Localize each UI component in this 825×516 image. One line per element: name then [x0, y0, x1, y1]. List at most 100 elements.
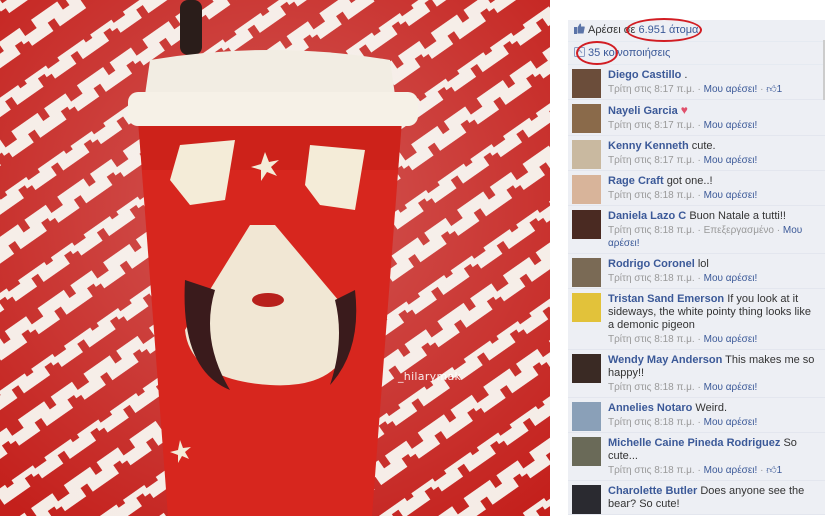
comment-item: Kenny Kenneth cute. Τρίτη στις 8:17 π.μ. … [568, 136, 825, 171]
comment-body: Wendy May Anderson This makes me so happ… [608, 354, 819, 380]
comment-timestamp[interactable]: Τρίτη στις 8:18 π.μ. [608, 273, 695, 284]
comment-body: Charolette Butler Does anyone see the be… [608, 485, 819, 511]
avatar[interactable] [572, 69, 601, 98]
avatar[interactable] [572, 485, 601, 514]
comment-item: Diego Castillo . Τρίτη στις 8:17 π.μ. · Μ… [568, 65, 825, 100]
likes-count-link[interactable]: 6.951 άτομα. [638, 24, 701, 36]
comment-body: Daniela Lazo C Buon Natale a tutti!! [608, 210, 819, 223]
comment-timestamp[interactable]: Τρίτη στις 8:18 π.μ. [608, 465, 695, 476]
avatar[interactable] [572, 258, 601, 287]
comment-author[interactable]: Rodrigo Coronel [608, 258, 695, 270]
comment-timestamp[interactable]: Τρίτη στις 8:18 π.μ. [608, 382, 695, 393]
comment-item: Nayeli Garcia ♥ Τρίτη στις 8:17 π.μ. · Μο… [568, 100, 825, 136]
comment-like-link[interactable]: Μου αρέσει! [704, 465, 758, 476]
comment-like-link[interactable]: Μου αρέσει! [704, 334, 758, 345]
comment-timestamp[interactable]: Τρίτη στις 8:18 π.μ. [608, 225, 695, 236]
thumbs-up-icon: 👍︎ [766, 465, 777, 476]
comment-body: Annelies Notaro Weird. [608, 402, 819, 415]
comment-meta: Τρίτη στις 8:17 π.μ. · Μου αρέσει! [608, 155, 758, 166]
comment-body: Tristan Sand Emerson If you look at it s… [608, 293, 819, 332]
thumbs-up-icon [574, 23, 585, 34]
comment-body: Rage Craft got one..! [608, 175, 819, 188]
comment-item: Tristan Sand Emerson If you look at it s… [568, 289, 825, 350]
comment-like-link[interactable]: Μου αρέσει! [704, 382, 758, 393]
comment-author[interactable]: Charolette Butler [608, 485, 697, 497]
comment-item: Wendy May Anderson This makes me so happ… [568, 350, 825, 398]
comment-meta: Τρίτη στις 8:18 π.μ. · Μου αρέσει! [608, 382, 758, 393]
comment-item: Charolette Butler Does anyone see the be… [568, 481, 825, 515]
comment-text: . [684, 69, 688, 81]
like-count-number: 1 [776, 465, 783, 476]
comment-timestamp[interactable]: Τρίτη στις 8:17 π.μ. [608, 120, 695, 131]
comment-timestamp[interactable]: Τρίτη στις 8:17 π.μ. [608, 155, 695, 166]
comment-text: lol [697, 258, 709, 270]
shares-label: κοινοποιήσεις [600, 47, 671, 59]
edited-label[interactable]: Επεξεργασμένο [704, 225, 774, 236]
comment-author[interactable]: Annelies Notaro [608, 402, 692, 414]
comment-text: cute. [691, 140, 716, 152]
comment-body: Kenny Kenneth cute. [608, 140, 819, 153]
thumbs-up-icon: 👍︎ [766, 84, 777, 95]
shares-summary: 35 κοινοποιήσεις [568, 41, 825, 65]
likes-summary: Αρέσει σε 6.951 άτομα. [568, 18, 825, 42]
comment-author[interactable]: Tristan Sand Emerson [608, 293, 724, 305]
comment-text: ♥ [680, 103, 688, 117]
comment-author[interactable]: Daniela Lazo C [608, 210, 686, 222]
comment-text: got one..! [666, 175, 713, 187]
avatar[interactable] [572, 140, 601, 169]
likes-prefix: Αρέσει σε [588, 24, 639, 36]
avatar[interactable] [572, 354, 601, 383]
comment-meta: Τρίτη στις 8:17 π.μ. · Μου αρέσει! · 👍︎1 [608, 84, 783, 95]
shares-count: 35 [588, 47, 601, 59]
comment-body: Michelle Caine Pineda Rodriguez So cute.… [608, 437, 819, 463]
comment-timestamp[interactable]: Τρίτη στις 8:18 π.μ. [608, 417, 695, 428]
comment-item: Rage Craft got one..! Τρίτη στις 8:18 π.μ… [568, 171, 825, 206]
starbucks-cup-image [0, 0, 550, 516]
avatar[interactable] [572, 293, 601, 322]
like-count-number: 1 [776, 84, 783, 95]
feedback-area: Αρέσει σε 6.951 άτομα. 35 κοινοποιήσεις … [568, 18, 825, 515]
avatar[interactable] [572, 175, 601, 204]
comment-like-link[interactable]: Μου αρέσει! [704, 120, 758, 131]
shares-count-link[interactable]: 35 κοινοποιήσεις [588, 47, 670, 59]
avatar[interactable] [572, 402, 601, 431]
comment-meta: Τρίτη στις 8:18 π.μ. · Μου αρέσει! · 👍︎1 [608, 465, 783, 476]
comment-body: Nayeli Garcia ♥ [608, 104, 819, 118]
comment-author[interactable]: Kenny Kenneth [608, 140, 689, 152]
comment-meta: Τρίτη στις 8:18 π.μ. · Μου αρέσει! [608, 334, 758, 345]
comment-item: Michelle Caine Pineda Rodriguez So cute.… [568, 433, 825, 481]
comment-meta: Τρίτη στις 8:18 π.μ. · Μου αρέσει! [608, 273, 758, 284]
comment-meta: Τρίτη στις 8:17 π.μ. · Μου αρέσει! [608, 120, 758, 131]
comment-author[interactable]: Michelle Caine Pineda Rodriguez [608, 437, 780, 449]
comment-author[interactable]: Wendy May Anderson [608, 354, 722, 366]
watermark: _hilarymak [398, 370, 462, 383]
comment-author[interactable]: Rage Craft [608, 175, 664, 187]
comment-timestamp[interactable]: Τρίτη στις 8:18 π.μ. [608, 334, 695, 345]
comment-meta: Τρίτη στις 8:18 π.μ. · Μου αρέσει! [608, 190, 758, 201]
avatar[interactable] [572, 210, 601, 239]
comment-list: Diego Castillo . Τρίτη στις 8:17 π.μ. · Μ… [568, 65, 825, 515]
photo: _hilarymak [0, 0, 550, 516]
comment-text: Weird. [695, 402, 728, 414]
comment-timestamp[interactable]: Τρίτη στις 8:18 π.μ. [608, 190, 695, 201]
comment-item: Annelies Notaro Weird. Τρίτη στις 8:18 π.… [568, 398, 825, 433]
comment-meta: Τρίτη στις 8:18 π.μ. · Μου αρέσει! [608, 417, 758, 428]
comment-like-count[interactable]: 👍︎1 [766, 84, 782, 95]
comment-author[interactable]: Nayeli Garcia [608, 105, 678, 117]
comment-author[interactable]: Diego Castillo [608, 69, 681, 81]
avatar[interactable] [572, 104, 601, 133]
comments-panel: Αρέσει σε 6.951 άτομα. 35 κοινοποιήσεις … [550, 0, 825, 516]
share-icon [574, 47, 585, 57]
comment-like-link[interactable]: Μου αρέσει! [704, 273, 758, 284]
comment-like-link[interactable]: Μου αρέσει! [704, 190, 758, 201]
comment-item: Daniela Lazo C Buon Natale a tutti!! Τρίτ… [568, 206, 825, 254]
comment-meta: Τρίτη στις 8:18 π.μ. · Επεξεργασμένο · Μ… [608, 225, 803, 249]
comment-timestamp[interactable]: Τρίτη στις 8:17 π.μ. [608, 84, 695, 95]
comment-like-link[interactable]: Μου αρέσει! [704, 417, 758, 428]
comment-like-count[interactable]: 👍︎1 [766, 465, 782, 476]
comment-like-link[interactable]: Μου αρέσει! [704, 155, 758, 166]
avatar[interactable] [572, 437, 601, 466]
comment-body: Diego Castillo . [608, 69, 819, 82]
comment-body: Rodrigo Coronel lol [608, 258, 819, 271]
comment-like-link[interactable]: Μου αρέσει! [704, 84, 758, 95]
